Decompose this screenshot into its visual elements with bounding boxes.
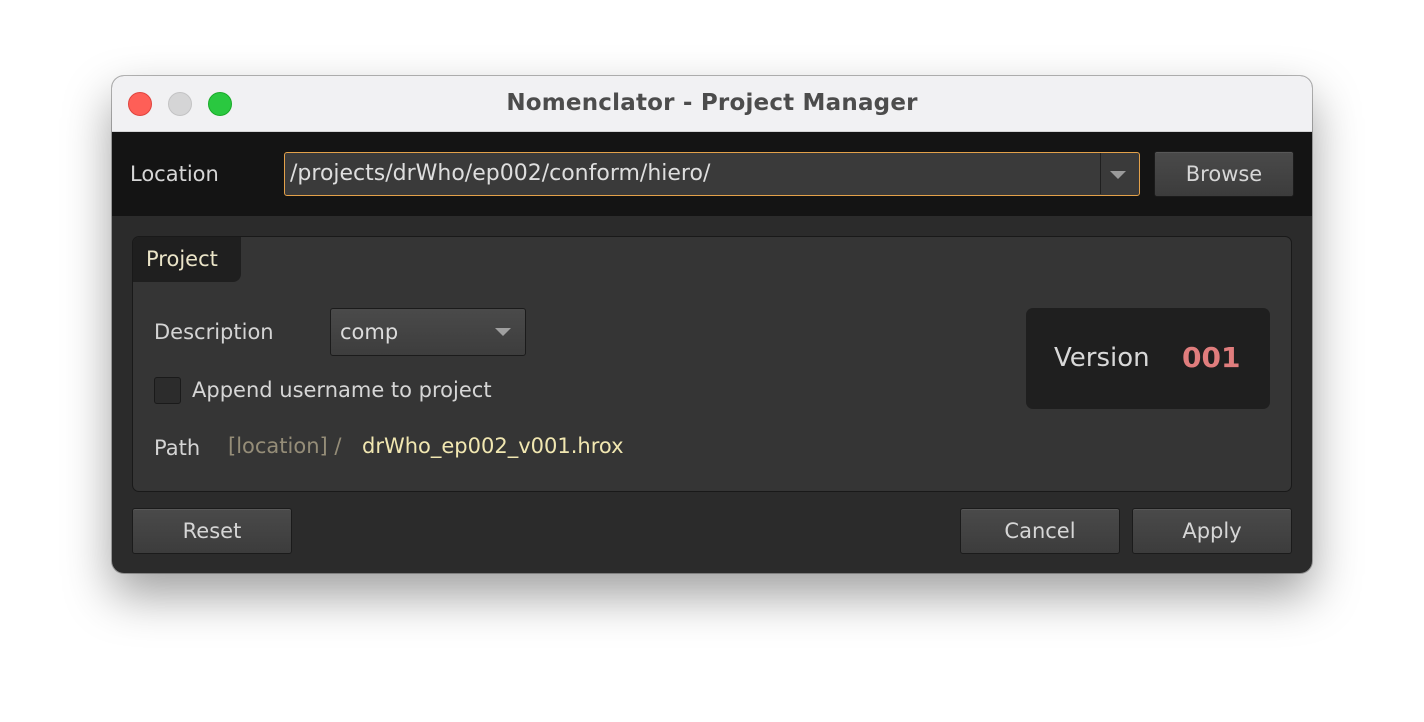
title-bar[interactable]: Nomenclator - Project Manager (112, 76, 1312, 132)
description-value: comp (340, 320, 399, 344)
project-group-title: Project (146, 247, 218, 271)
chevron-down-icon[interactable] (1110, 171, 1126, 179)
description-label: Description (154, 320, 274, 344)
append-username-label[interactable]: Append username to project (192, 378, 492, 402)
window-title: Nomenclator - Project Manager (506, 90, 918, 116)
version-number: 001 (1182, 341, 1241, 374)
location-bar: Location /projects/drWho/ep002/conform/h… (112, 132, 1312, 216)
project-group: Project Description comp Append username… (132, 236, 1292, 492)
location-combo[interactable]: /projects/drWho/ep002/conform/hiero/ (284, 152, 1140, 196)
version-label: Version (1054, 343, 1150, 373)
location-label: Location (130, 162, 219, 186)
cancel-button[interactable]: Cancel (960, 508, 1120, 554)
browse-button[interactable]: Browse (1154, 151, 1294, 197)
path-filename: drWho_ep002_v001.hrox (362, 434, 624, 458)
location-input[interactable]: /projects/drWho/ep002/conform/hiero/ (290, 161, 710, 186)
description-dropdown[interactable]: comp (330, 308, 526, 356)
chevron-down-icon (495, 328, 511, 336)
version-display: Version 001 (1026, 308, 1270, 409)
project-manager-window: Nomenclator - Project Manager Location /… (112, 76, 1312, 573)
reset-button[interactable]: Reset (132, 508, 292, 554)
path-location-prefix: [location] / (228, 434, 342, 458)
path-label: Path (154, 436, 201, 460)
combo-divider (1100, 153, 1101, 194)
apply-button[interactable]: Apply (1132, 508, 1292, 554)
append-username-checkbox[interactable] (154, 377, 181, 404)
project-group-tab: Project (133, 237, 241, 282)
